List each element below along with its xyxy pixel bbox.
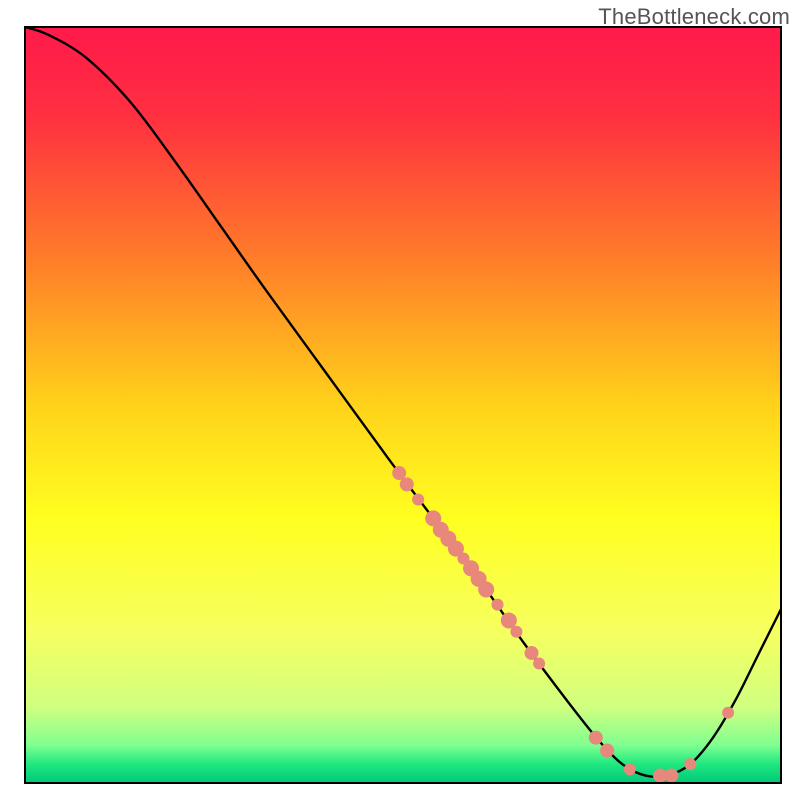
data-marker — [533, 658, 545, 670]
watermark-label: TheBottleneck.com — [598, 4, 790, 30]
data-marker — [492, 599, 504, 611]
chart-container: TheBottleneck.com — [0, 0, 800, 800]
data-marker — [600, 743, 614, 757]
data-marker — [525, 646, 539, 660]
gradient-background — [25, 27, 781, 783]
plot-area — [25, 27, 781, 783]
data-marker — [684, 758, 696, 770]
data-marker — [510, 626, 522, 638]
data-marker — [664, 768, 678, 782]
data-marker — [624, 763, 636, 775]
data-marker — [722, 707, 734, 719]
data-marker — [412, 494, 424, 506]
data-marker — [400, 477, 414, 491]
data-marker — [501, 612, 517, 628]
data-marker — [478, 581, 494, 597]
data-marker — [589, 731, 603, 745]
bottleneck-chart — [0, 0, 800, 800]
